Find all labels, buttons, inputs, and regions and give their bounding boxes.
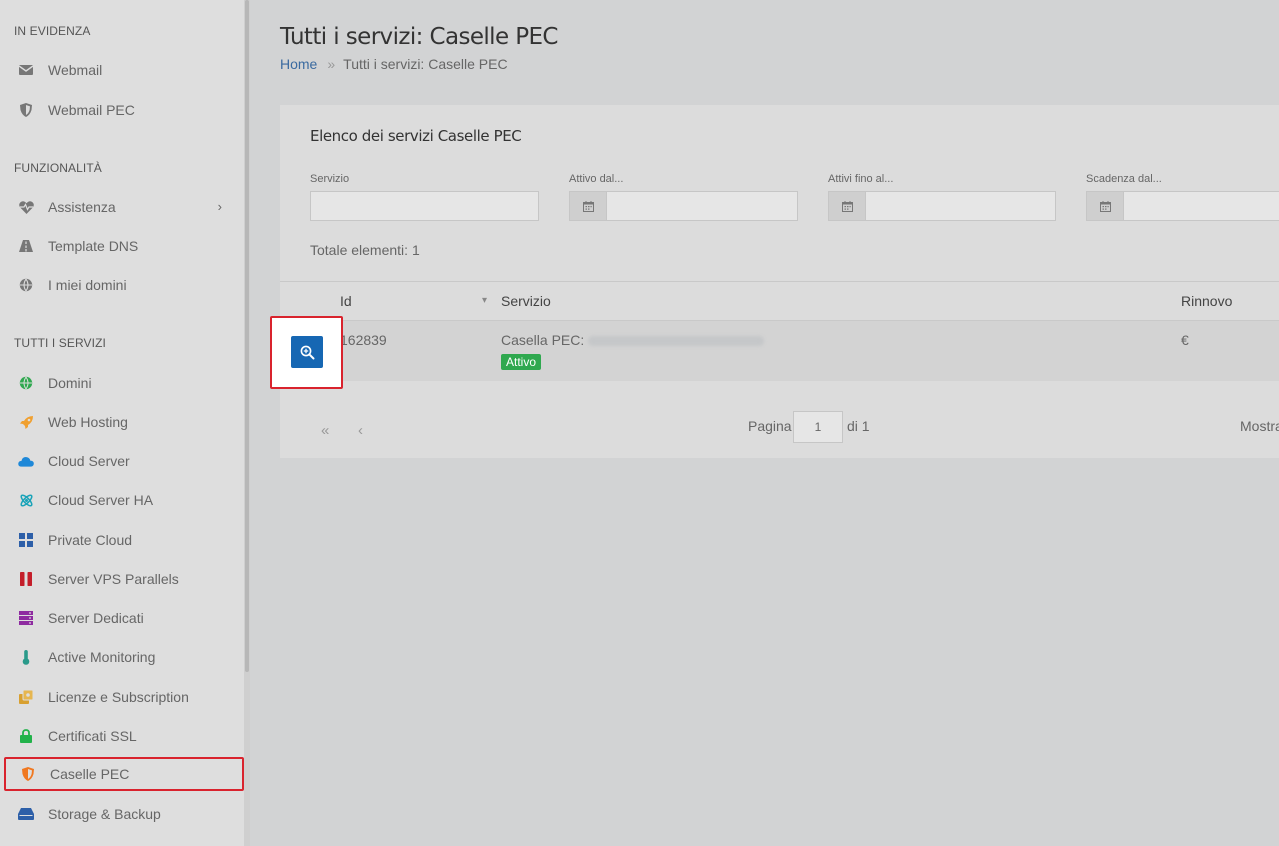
cell-id: 162839 [340,332,387,348]
sidebar-item-label: Active Monitoring [48,649,156,665]
sidebar-item-label: Licenze e Subscription [48,689,189,705]
breadcrumb-current: Tutti i servizi: Caselle PEC [343,56,508,72]
breadcrumb-home-link[interactable]: Home [280,56,317,72]
lock-icon [18,728,34,744]
filter-label-servizio: Servizio [310,173,350,185]
table-row: 162839 Casella PEC: Attivo € [280,321,1279,381]
sidebar-item-domini[interactable]: Domini [4,366,244,400]
filter-label-scadenza-dal: Scadenza dal... [1086,173,1162,185]
page-size-label: Mostra [1240,418,1279,434]
cell-servizio-prefix: Casella PEC: [501,332,585,348]
sidebar-item-cloud-server[interactable]: Cloud Server [4,444,244,478]
pagination: « ‹ Pagina 1 di 1 Mostra [280,401,1279,451]
parallels-icon [18,571,34,587]
license-icon [18,689,34,705]
server-icon [18,610,34,626]
filter-attivo-dal-input[interactable] [606,191,798,221]
road-icon [18,238,34,254]
sidebar-item-label: Storage & Backup [48,806,161,822]
rocket-icon [18,414,34,430]
view-details-highlight [270,316,343,389]
total-elements: Totale elementi: 1 [310,242,420,258]
zoom-in-icon [300,345,315,360]
envelope-icon [18,62,34,78]
filter-scadenza-dal-input[interactable] [1123,191,1279,221]
sidebar-item-active-monitoring[interactable]: Active Monitoring [4,640,244,674]
sidebar-scrollbar-thumb[interactable] [245,0,249,672]
shield-icon [20,766,36,782]
sidebar-item-certificati-ssl[interactable]: Certificati SSL [4,719,244,753]
sidebar-item-label: Webmail PEC [48,102,135,118]
sidebar-item-template-dns[interactable]: Template DNS [4,229,244,263]
sidebar-item-storage-backup[interactable]: Storage & Backup [4,797,244,831]
breadcrumb: Home » Tutti i servizi: Caselle PEC [280,56,508,72]
atom-icon [18,492,34,508]
page-label: Pagina [748,418,792,434]
calendar-icon[interactable] [569,191,607,221]
sidebar-item-label: Server VPS Parallels [48,571,179,587]
sidebar: IN EVIDENZA Webmail Webmail PEC FUNZIONA… [0,0,244,846]
sidebar-item-label: Certificati SSL [48,728,137,744]
filter-attivi-fino-al-input[interactable] [865,191,1056,221]
calendar-icon[interactable] [828,191,866,221]
sidebar-item-label: Private Cloud [48,532,133,548]
view-details-button[interactable] [291,336,323,368]
globe-icon [18,375,34,391]
breadcrumb-separator: » [327,56,336,72]
section-title-funzionalita: FUNZIONALITÀ [14,161,102,175]
cell-rinnovo: € [1181,332,1189,348]
hdd-icon [18,806,34,822]
sidebar-item-server-vps-parallels[interactable]: Server VPS Parallels [4,562,244,596]
globe-icon [18,277,34,293]
sidebar-item-label: Template DNS [48,238,139,254]
services-card: Elenco dei servizi Caselle PEC Servizio … [280,105,1279,458]
table-header: Id ▾ Servizio Rinnovo [280,281,1279,321]
section-title-tutti-i-servizi: TUTTI I SERVIZI [14,336,106,350]
sidebar-item-label: I miei domini [48,277,127,293]
sidebar-item-i-miei-domini[interactable]: I miei domini [4,268,244,302]
sidebar-item-label: Cloud Server [48,453,130,469]
sidebar-item-caselle-pec[interactable]: Caselle PEC [4,757,244,791]
sidebar-item-licenze-e-subscription[interactable]: Licenze e Subscription [4,680,244,714]
filter-servizio-input[interactable] [310,191,539,221]
sidebar-item-label: Domini [48,375,92,391]
first-page-button[interactable]: « [321,422,329,439]
sidebar-item-cloud-server-ha[interactable]: Cloud Server HA [4,483,244,517]
sidebar-item-label: Caselle PEC [50,766,130,782]
status-badge: Attivo [501,354,542,370]
sidebar-item-webmail[interactable]: Webmail [4,53,244,87]
page-total-label: di 1 [847,418,870,434]
sidebar-item-webmail-pec[interactable]: Webmail PEC [4,93,244,127]
card-title: Elenco dei servizi Caselle PEC [310,127,522,145]
cell-servizio: Casella PEC: [501,332,765,348]
sidebar-item-label: Server Dedicati [48,610,144,626]
grid-icon [18,532,34,548]
sidebar-item-label: Webmail [48,62,103,78]
thermometer-icon [18,649,34,665]
sidebar-item-private-cloud[interactable]: Private Cloud [4,523,244,557]
sidebar-item-server-dedicati[interactable]: Server Dedicati [4,601,244,635]
cloud-icon [18,453,34,469]
filter-label-attivi-fino-al: Attivi fino al... [828,173,894,185]
shield-icon [18,102,34,118]
page-title: Tutti i servizi: Caselle PEC [280,24,558,50]
sidebar-item-label: Assistenza [48,199,116,215]
chevron-right-icon: › [217,199,222,214]
sidebar-item-label: Web Hosting [48,414,128,430]
sort-down-icon[interactable]: ▾ [482,295,487,306]
sidebar-scrollbar[interactable] [244,0,250,846]
redacted-email [588,336,765,347]
calendar-icon[interactable] [1086,191,1124,221]
heartbeat-icon [18,199,34,215]
prev-page-button[interactable]: ‹ [358,422,363,439]
sidebar-item-web-hosting[interactable]: Web Hosting [4,405,244,439]
column-header-id[interactable]: Id [340,293,352,309]
sidebar-item-label: Cloud Server HA [48,492,154,508]
filter-label-attivo-dal: Attivo dal... [569,173,624,185]
section-title-in-evidenza: IN EVIDENZA [14,24,91,38]
column-header-rinnovo[interactable]: Rinnovo [1181,293,1232,309]
column-header-servizio[interactable]: Servizio [501,293,551,309]
page-number-input[interactable]: 1 [793,411,843,443]
sidebar-item-assistenza[interactable]: Assistenza › [4,190,244,224]
